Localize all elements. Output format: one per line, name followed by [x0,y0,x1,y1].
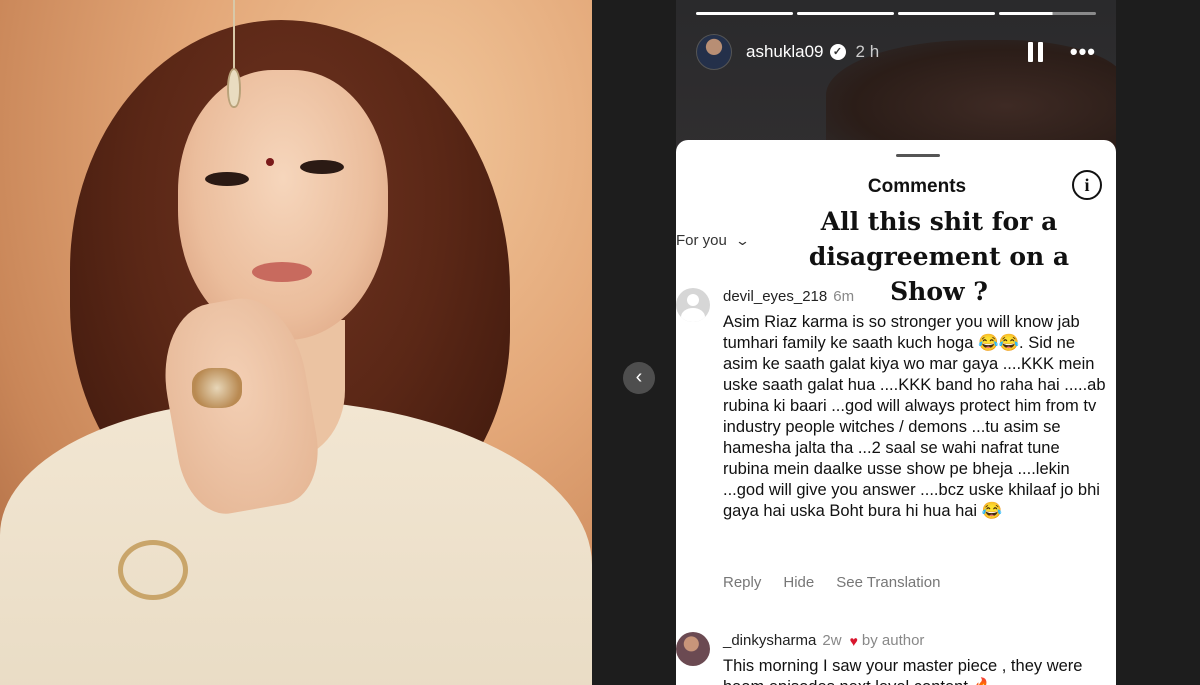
comment-username[interactable]: _dinkysharma [723,632,816,649]
left-gutter [592,0,676,685]
chevron-down-icon: ⌄ [734,232,750,248]
comments-sheet: Comments i For you ⌄ All this shit for a… [676,140,1116,685]
story-progress-segment [898,12,995,15]
bindi [266,158,274,166]
comment-filter-dropdown[interactable]: For you ⌄ [676,232,750,249]
verified-icon: ✓ [829,44,846,60]
comment-actions: Reply Hide See Translation [723,574,940,591]
maang-tikka [227,0,241,120]
pause-icon[interactable] [1026,42,1046,62]
more-icon[interactable]: ••• [1070,41,1096,63]
page: ‹ ashukla09 ✓ 2 h ••• Comments i For you… [0,0,1200,685]
story-progress-segment [999,12,1096,15]
info-icon[interactable]: i [1072,170,1102,200]
default-avatar-icon[interactable] [676,288,710,322]
chevron-left-icon[interactable]: ‹ [623,362,655,394]
liked-by-author: by author [861,632,925,649]
avatar[interactable] [696,34,732,70]
story-time: 2 h [855,42,880,61]
sheet-grabber[interactable] [896,154,940,157]
comment-text: Asim Riaz karma is so stronger you will … [723,313,1106,520]
hide-button[interactable]: Hide [783,574,814,591]
face-shape [178,70,388,340]
reply-button[interactable]: Reply [723,574,761,591]
avatar[interactable] [676,632,710,666]
bangle [118,540,188,600]
comment-time: 2w [822,632,842,649]
see-translation-button[interactable]: See Translation [836,574,940,591]
story-progress-segment [696,12,793,15]
comment-time: 6m [833,288,855,305]
story-username[interactable]: ashukla09 [746,42,824,62]
heart-icon: ♥ [849,632,858,649]
portrait-photo [0,0,592,685]
comment-text: This morning I saw your master piece , t… [723,657,1083,685]
story-header: ashukla09 ✓ 2 h ••• [696,32,1096,72]
story-progress [696,12,1096,15]
comment-username[interactable]: devil_eyes_218 [723,288,827,305]
right-gutter [1116,0,1200,685]
left-eye [205,172,249,186]
filter-label: For you [676,232,727,249]
lips [252,262,312,282]
ring [192,368,242,408]
right-eye [300,160,344,174]
story-panel: ashukla09 ✓ 2 h ••• Comments i For you ⌄… [676,0,1116,685]
sheet-title: Comments [867,176,967,197]
story-progress-segment [797,12,894,15]
